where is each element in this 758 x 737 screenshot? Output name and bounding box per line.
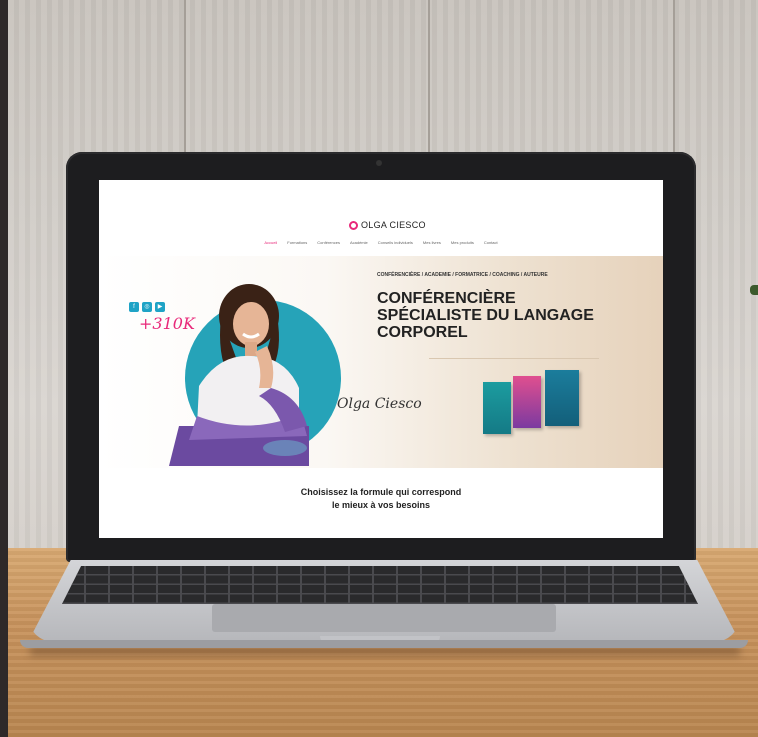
logo-text: OLGA CIESCO [361, 220, 426, 230]
laptop-screen: OLGA CIESCO Accueil Formations Conférenc… [99, 180, 663, 538]
youtube-icon[interactable]: ▶ [155, 302, 165, 312]
plant-leaf [750, 285, 758, 295]
nav-item-contact[interactable]: Contact [484, 240, 498, 245]
logo-mark-icon [349, 220, 358, 230]
trackpad [212, 604, 556, 632]
headline-line-3: CORPOREL [377, 324, 468, 341]
cta-line-1: Choisissez la formule qui correspond [300, 487, 462, 497]
headline-line-1: CONFÉRENCIÈRE [377, 290, 516, 307]
cta-heading: Choisissez la formule qui correspond le … [99, 486, 663, 512]
book-cover[interactable] [545, 370, 579, 426]
cta-line-2: le mieux à vos besoins [331, 500, 431, 510]
laptop-front-edge [20, 640, 748, 648]
nav-item-formations[interactable]: Formations [287, 240, 307, 245]
hero-headline: CONFÉRENCIÈRE SPÉCIALISTE DU LANGAGE COR… [377, 290, 647, 341]
hero-divider [429, 358, 599, 359]
instagram-icon[interactable]: ◎ [142, 302, 152, 312]
site-header: OLGA CIESCO Accueil Formations Conférenc… [99, 180, 663, 254]
hero-banner: f ◎ ▶ +310K CONFÉRENCIÈRE / ACADEMIE / F… [99, 256, 663, 468]
portrait-photo [169, 284, 309, 466]
nav-item-conseils[interactable]: Conseils individuels [378, 240, 413, 245]
laptop-lid: OLGA CIESCO Accueil Formations Conférenc… [66, 152, 696, 562]
site-nav: Accueil Formations Conférences Académie … [99, 240, 663, 245]
nav-item-livres[interactable]: Mes livres [423, 240, 441, 245]
nav-item-academie[interactable]: Académie [350, 240, 368, 245]
book-cover[interactable] [483, 382, 511, 434]
camera-icon [376, 160, 382, 166]
facebook-icon[interactable]: f [129, 302, 139, 312]
headline-line-2: SPÉCIALISTE DU LANGAGE [377, 307, 594, 324]
hero-eyebrow: CONFÉRENCIÈRE / ACADEMIE / FORMATRICE / … [377, 272, 548, 278]
left-border [0, 0, 8, 737]
book-cover[interactable] [513, 376, 541, 428]
social-icons: f ◎ ▶ [129, 302, 165, 312]
nav-item-accueil[interactable]: Accueil [264, 240, 277, 245]
keyboard-rows [62, 566, 698, 604]
nav-item-conferences[interactable]: Conférences [317, 240, 340, 245]
site-logo[interactable]: OLGA CIESCO [349, 220, 426, 230]
signature: Olga Ciesco [337, 396, 422, 412]
follower-count: +310K [139, 314, 195, 333]
nav-item-produits[interactable]: Mes produits [451, 240, 474, 245]
